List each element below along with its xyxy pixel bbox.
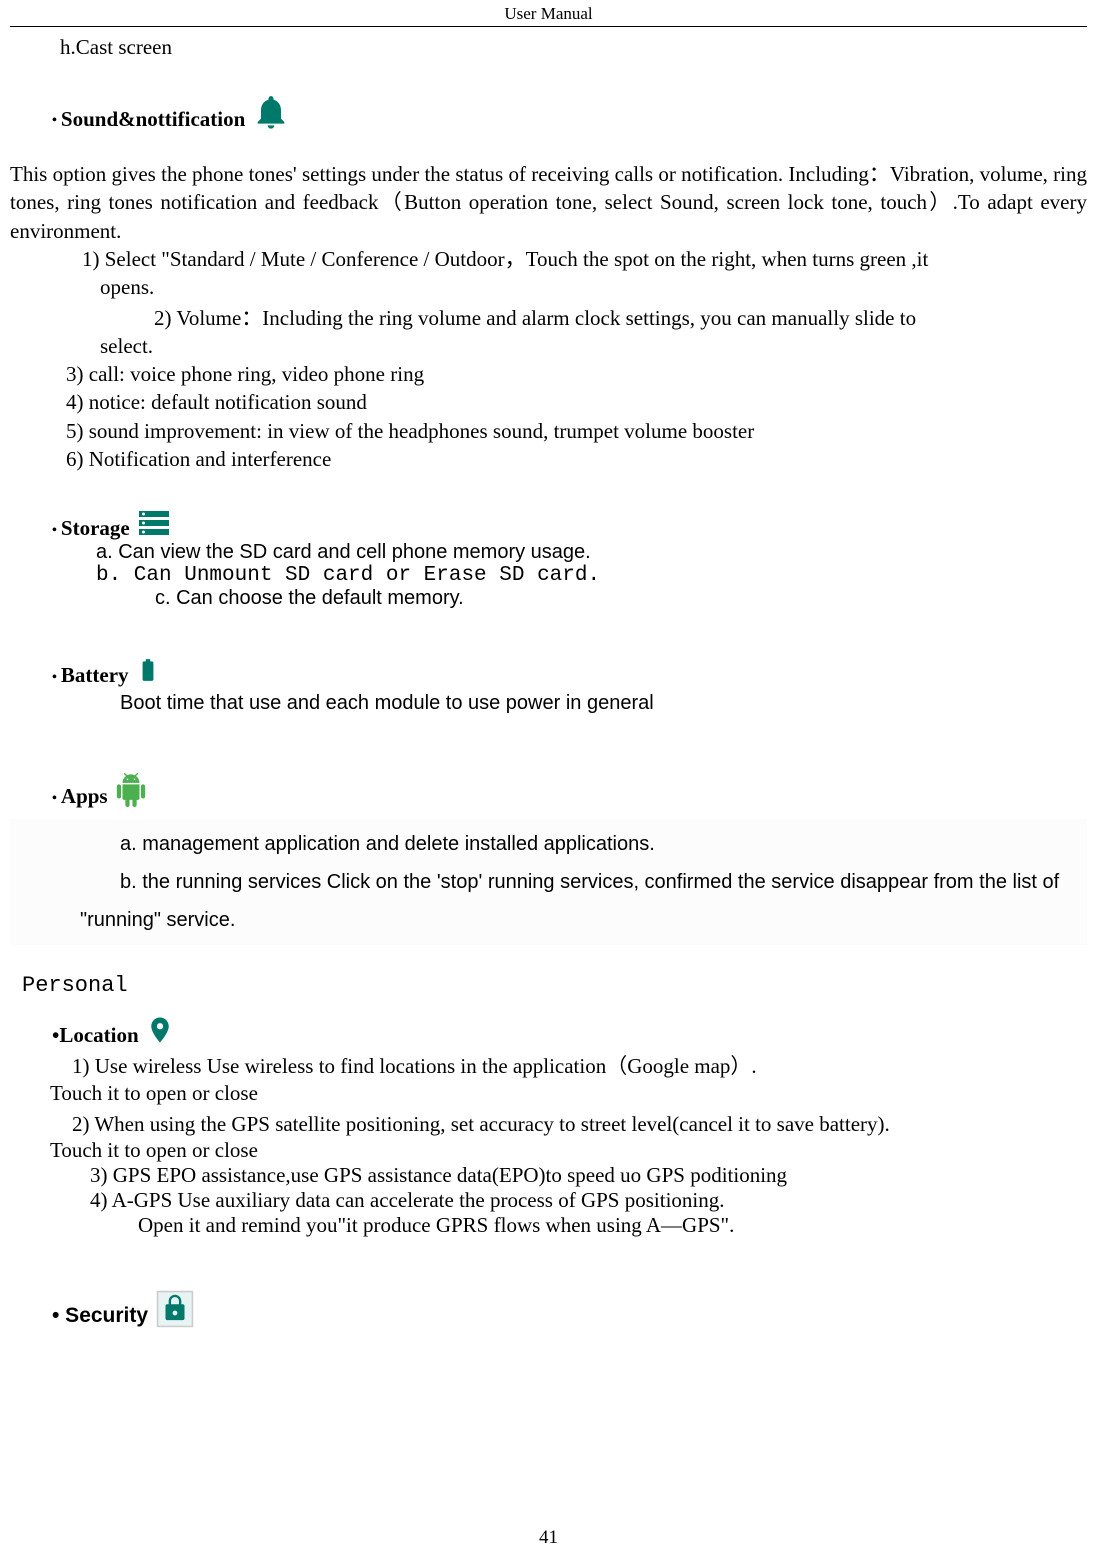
apps-item-a: a. management application and delete ins… [10,825,1087,863]
bell-icon [251,92,291,132]
location-section-head: •Location [10,1012,1087,1048]
battery-desc: Boot time that use and each module to us… [10,692,1087,715]
loc-item-2: 2) When using the GPS satellite position… [10,1110,1087,1138]
apps-item-b: b. the running services Click on the 'st… [10,863,1087,901]
storage-icon [136,505,172,541]
apps-title: Apps [52,784,108,809]
sound-item-2b: select. [10,332,1087,360]
battery-icon [135,652,161,688]
battery-title: Battery [52,663,129,688]
storage-item-a: a. Can view the SD card and cell phone m… [10,541,1087,564]
sound-item-2: 2) Volume：Including the ring volume and … [154,302,1087,332]
loc-item-3: 3) GPS EPO assistance,use GPS assistance… [10,1163,1087,1188]
sound-title: Sound&nottification [52,107,245,132]
loc-close-2: Touch it to open or close [10,1138,1087,1163]
apps-block: a. management application and delete ins… [10,819,1087,945]
sound-section-head: Sound&nottification [10,92,1087,132]
sound-item-1: 1) Select "Standard / Mute / Conference … [10,245,1087,273]
lock-icon [156,1290,194,1328]
battery-section-head: Battery [10,652,1087,688]
apps-item-b2: "running" service. [10,901,1087,939]
security-title: • Security [52,1304,148,1328]
storage-item-c: c. Can choose the default memory. [10,587,1087,610]
storage-title: Storage [52,516,130,541]
cast-line: h.Cast screen [10,35,1087,60]
page-number: 41 [0,1527,1097,1549]
security-section-head: • Security [10,1290,1087,1328]
apps-section-head: Apps [10,771,1087,809]
loc-close-1: Touch it to open or close [10,1081,1087,1106]
location-pin-icon [145,1012,175,1048]
loc-item-1: 1) Use wireless Use wireless to find loc… [10,1052,1087,1080]
sound-item-3: 3) call: voice phone ring, video phone r… [10,360,1087,388]
sound-item-4: 4) notice: default notification sound [10,388,1087,416]
content: h.Cast screen Sound&nottification This o… [0,35,1097,1328]
sound-item-5: 5) sound improvement: in view of the hea… [10,417,1087,445]
sound-item-1b: opens. [10,273,1087,301]
storage-item-b: b. Can Unmount SD card or Erase SD card. [10,564,1087,587]
storage-section-head: Storage [10,505,1087,541]
page-header: User Manual [10,0,1087,27]
sound-paragraph: This option gives the phone tones' setti… [10,160,1087,245]
loc-item-4b: Open it and remind you"it produce GPRS f… [10,1213,1087,1238]
sound-item-6: 6) Notification and interference [10,445,1087,473]
loc-item-4: 4) A-GPS Use auxiliary data can accelera… [10,1188,1087,1213]
android-icon [114,771,148,809]
personal-heading: Personal [10,973,1087,998]
location-title: •Location [52,1023,139,1048]
